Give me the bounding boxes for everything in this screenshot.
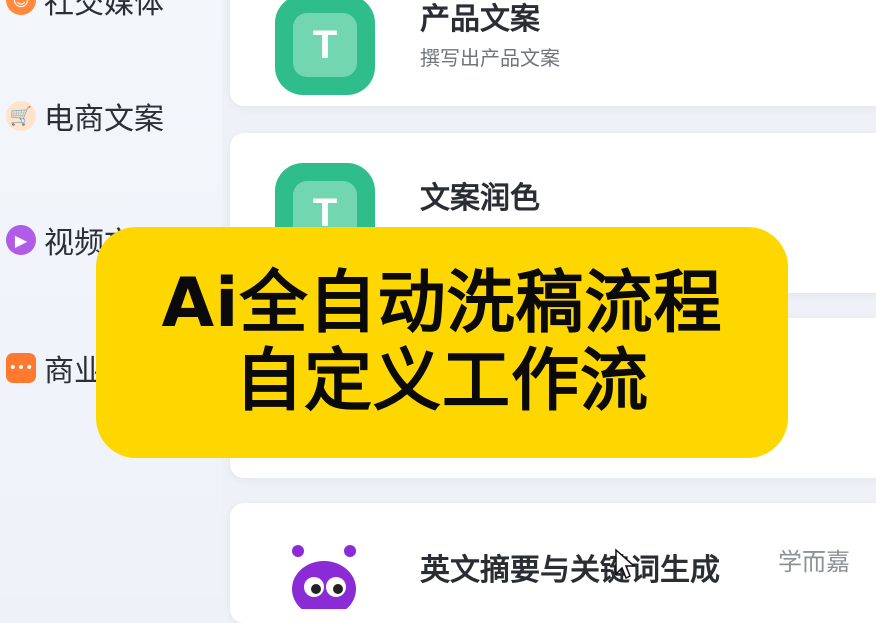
- chat-icon: •••: [6, 353, 36, 383]
- smile-icon: ☺: [6, 0, 36, 15]
- card-title: 文案润色: [420, 181, 540, 216]
- card-product-copy[interactable]: T 产品文案 撰写出产品文案: [230, 0, 876, 106]
- sidebar-item-social[interactable]: ☺ 社交媒体: [6, 0, 164, 22]
- cursor-icon: [614, 548, 638, 580]
- play-icon: ▶: [6, 225, 36, 255]
- card-title: 产品文案: [420, 2, 540, 37]
- cart-icon: 🛒: [6, 101, 36, 131]
- monster-icon: [284, 539, 364, 617]
- banner-line-1: Ai全自动洗稿流程: [161, 263, 723, 343]
- card-desc: 撰写出产品文案: [420, 46, 560, 70]
- card-title: 英文摘要与关键词生成: [420, 553, 720, 588]
- banner-line-2: 自定义工作流: [234, 341, 649, 421]
- sidebar-item-label: 电商文案: [44, 102, 164, 137]
- sidebar-item-ecommerce[interactable]: 🛒 电商文案: [6, 94, 164, 138]
- promo-banner: Ai全自动洗稿流程 自定义工作流: [96, 227, 788, 458]
- sidebar-item-label: 商业: [44, 354, 104, 389]
- sidebar-item-business[interactable]: ••• 商业: [6, 346, 104, 390]
- text-t-icon: T: [275, 0, 375, 95]
- watermark: 学而嘉: [778, 548, 850, 576]
- sidebar-item-label: 社交媒体: [44, 0, 164, 21]
